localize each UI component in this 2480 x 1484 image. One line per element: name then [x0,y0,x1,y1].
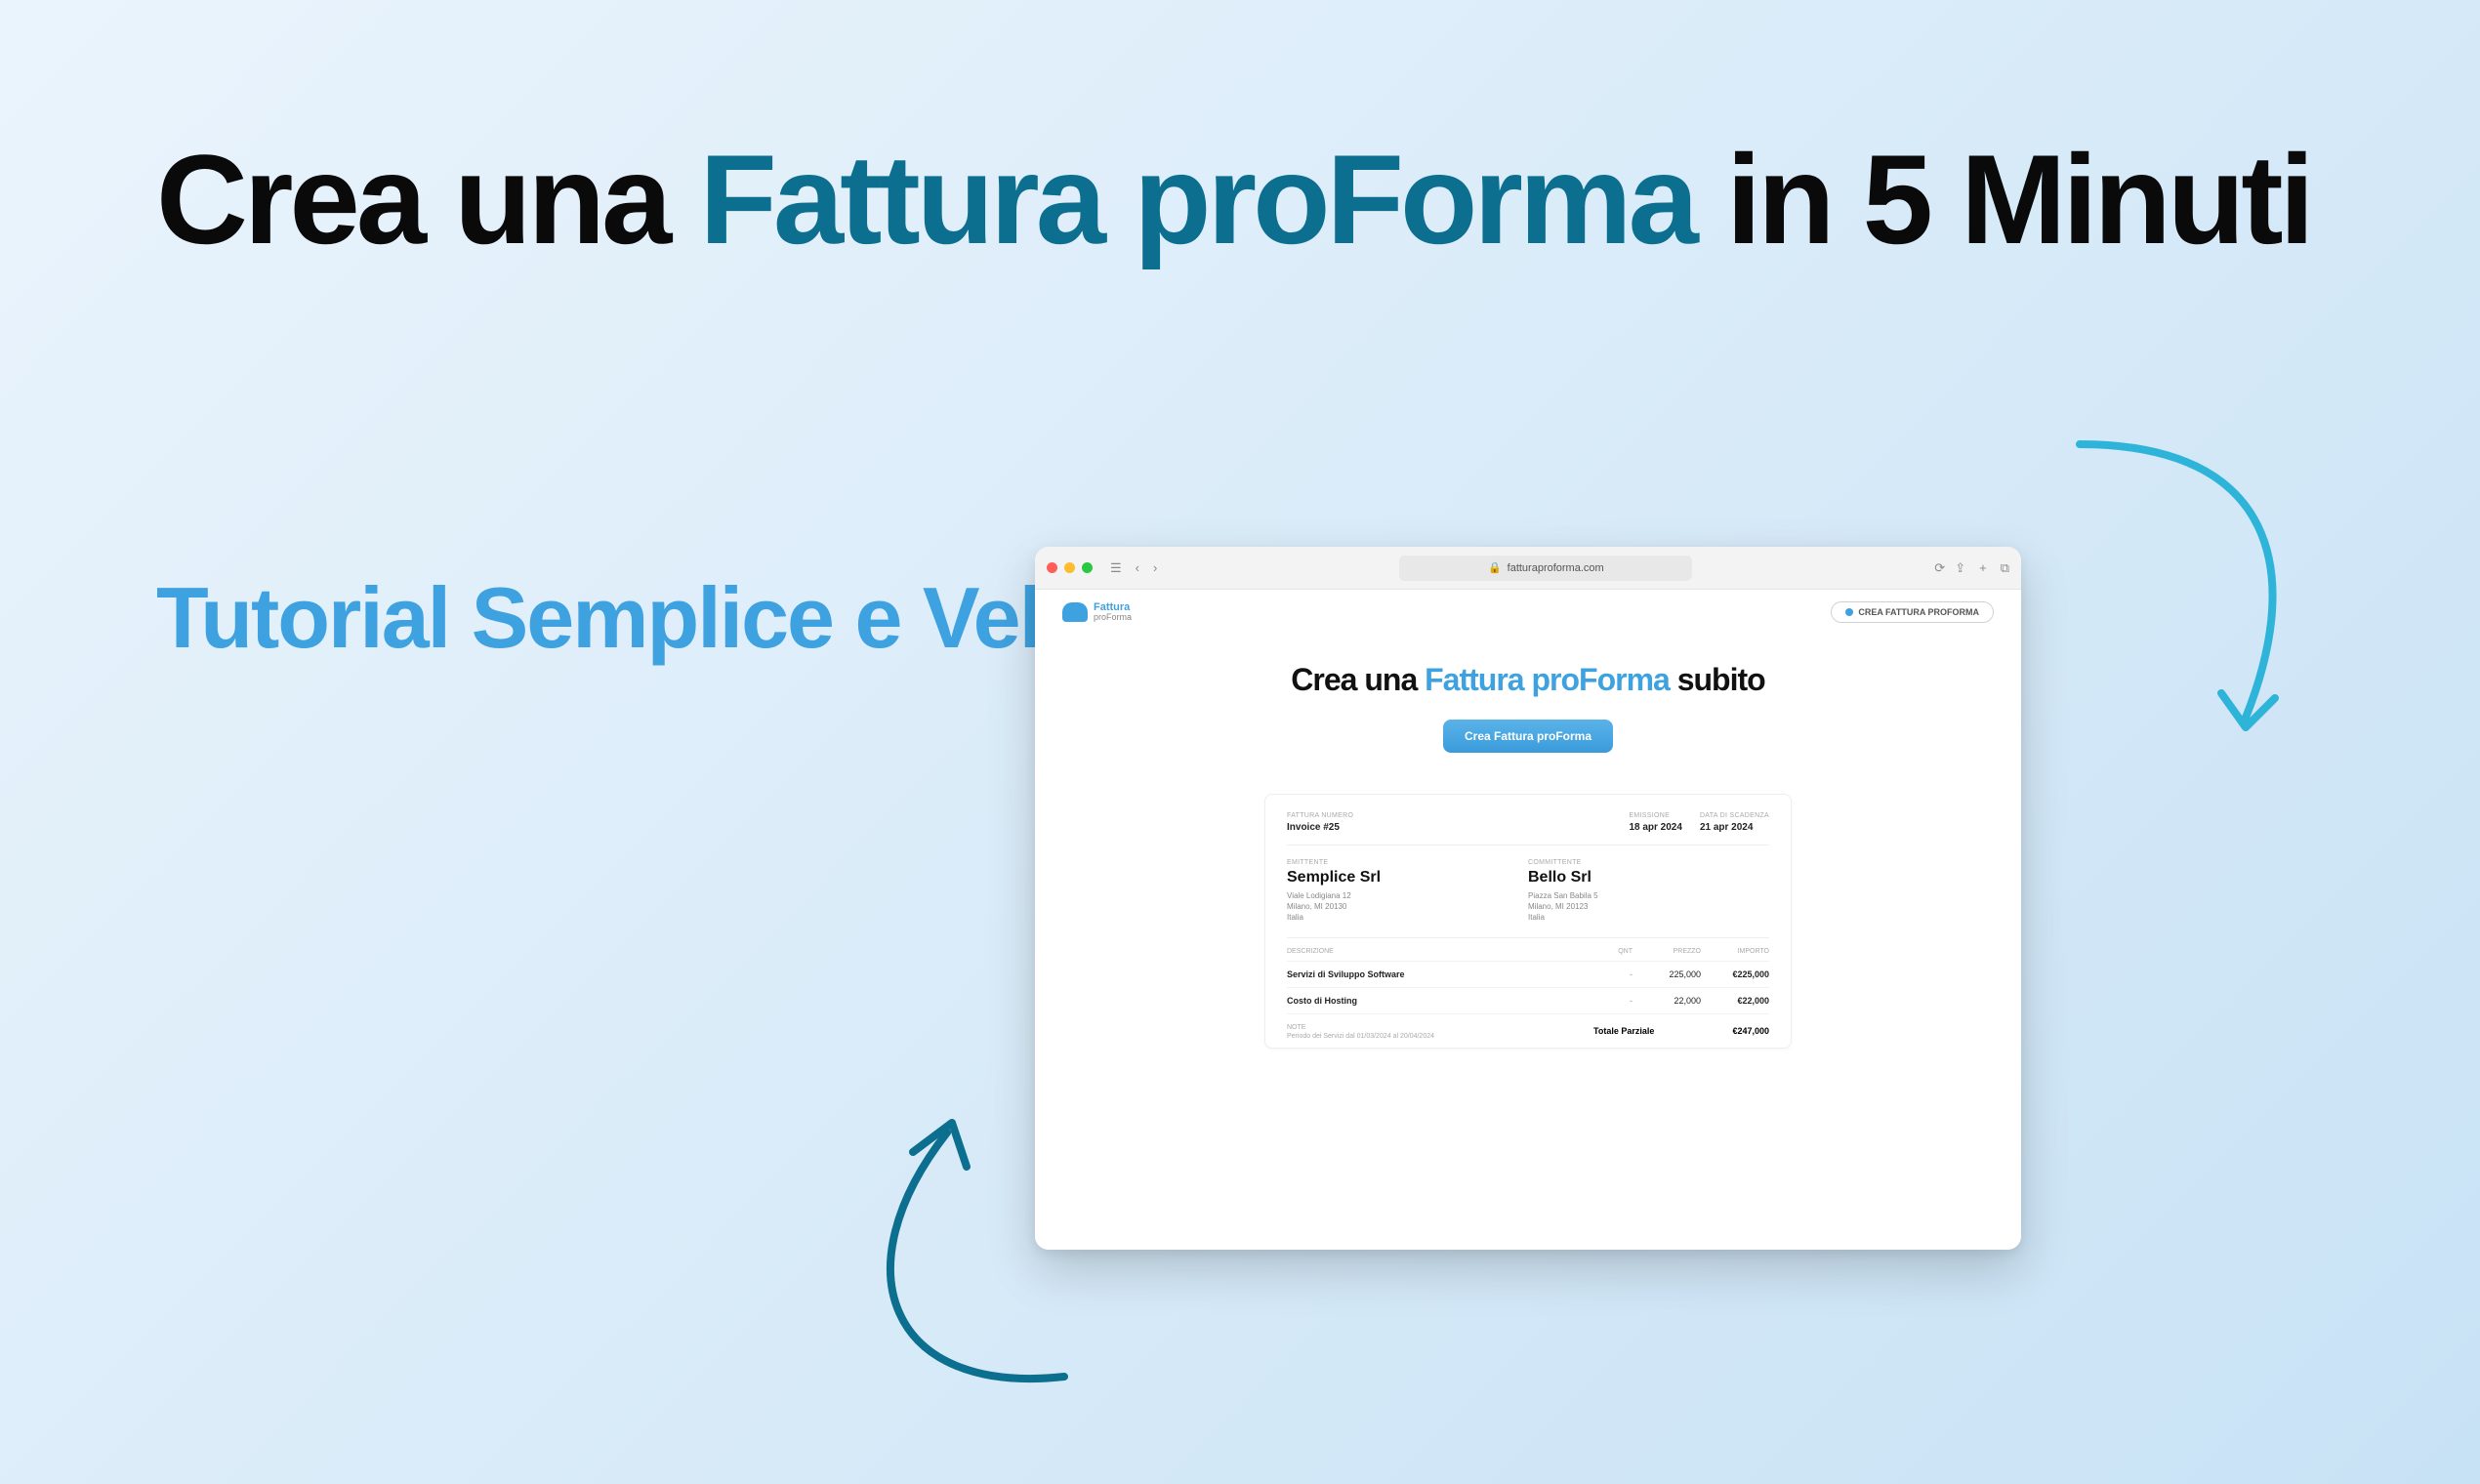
minimize-light-icon[interactable] [1064,562,1075,573]
line-price: 22,000 [1633,996,1701,1006]
emission-label: EMISSIONE [1629,812,1682,819]
committer-addr3: Italia [1528,912,1769,923]
main-headline: Crea una Fattura proForma in 5 Minuti [156,127,2311,273]
hero-part2: subito [1670,662,1765,697]
cta-dot-icon [1845,608,1853,616]
close-light-icon[interactable] [1047,562,1057,573]
forward-icon[interactable]: › [1153,560,1157,575]
headline-part2: in 5 Minuti [1695,128,2311,270]
invoice-table-header: DESCRIZIONE QNT PREZZO IMPORTO [1287,938,1769,961]
browser-window: ☰ ‹ › 🔒 fatturaproforma.com ⟳ ⇪ + ⧉ Fatt… [1035,547,2021,1250]
address-bar[interactable]: 🔒 fatturaproforma.com [1399,556,1692,581]
site-logo[interactable]: Fattura proForma [1062,602,1132,622]
emitter-name: Semplice Srl [1287,869,1528,886]
header-cta-button[interactable]: CREA FATTURA PROFORMA [1831,601,1994,623]
committer-addr2: Milano, MI 20123 [1528,901,1769,912]
emitter-addr1: Viale Lodigiana 12 [1287,890,1528,901]
subtotal-value: €247,000 [1732,1026,1769,1036]
hero-part1: Crea una [1291,662,1425,697]
committer-addr1: Piazza San Babila 5 [1528,890,1769,901]
reload-icon[interactable]: ⟳ [1934,560,1945,576]
hero-title: Crea una Fattura proForma subito [1054,662,2002,698]
maximize-light-icon[interactable] [1082,562,1093,573]
hero-section: Crea una Fattura proForma subito Crea Fa… [1035,635,2021,772]
emitter-addr2: Milano, MI 20130 [1287,901,1528,912]
url-text: fatturaproforma.com [1508,562,1604,574]
new-tab-icon[interactable]: + [1979,560,1987,575]
invoice-preview: FATTURA NUMERO Invoice #25 EMISSIONE 18 … [1264,794,1792,1049]
invoice-number-value: Invoice #25 [1287,822,1629,833]
emitter-addr3: Italia [1287,912,1528,923]
line-qty: - [1593,969,1633,979]
sidebar-toggle-icon[interactable]: ☰ [1110,560,1122,576]
invoice-number-label: FATTURA NUMERO [1287,812,1629,819]
due-date: 21 apr 2024 [1700,822,1769,833]
note-label: Note [1287,1024,1593,1031]
subtotal-label: Totale Parziale [1593,1026,1654,1036]
hero-cta-button[interactable]: Crea Fattura proForma [1443,720,1613,753]
browser-chrome: ☰ ‹ › 🔒 fatturaproforma.com ⟳ ⇪ + ⧉ [1035,547,2021,590]
th-price: PREZZO [1633,948,1701,955]
tabs-icon[interactable]: ⧉ [2001,560,2009,576]
emission-date: 18 apr 2024 [1629,822,1682,833]
line-amount: €225,000 [1701,969,1769,979]
th-qty: QNT [1593,948,1633,955]
invoice-line: Servizi di Sviluppo Software - 225,000 €… [1287,961,1769,987]
logo-text-2: proForma [1094,613,1132,622]
logo-mark-icon [1062,602,1088,622]
traffic-lights [1047,562,1093,573]
hero-accent: Fattura proForma [1425,662,1670,697]
emitter-label: EMITTENTE [1287,859,1528,866]
share-icon[interactable]: ⇪ [1955,560,1965,576]
headline-accent: Fattura proForma [699,128,1694,270]
lock-icon: 🔒 [1488,561,1502,574]
page-content: Fattura proForma CREA FATTURA PROFORMA C… [1035,590,2021,1250]
back-icon[interactable]: ‹ [1136,560,1139,575]
line-amount: €22,000 [1701,996,1769,1006]
line-desc: Servizi di Sviluppo Software [1287,969,1593,979]
line-price: 225,000 [1633,969,1701,979]
committer-label: COMMITTENTE [1528,859,1769,866]
header-cta-label: CREA FATTURA PROFORMA [1858,607,1979,617]
line-qty: - [1593,996,1633,1006]
invoice-line: Costo di Hosting - 22,000 €22,000 [1287,987,1769,1013]
line-desc: Costo di Hosting [1287,996,1593,1006]
headline-part1: Crea una [156,128,699,270]
due-label: DATA DI SCADENZA [1700,812,1769,819]
committer-name: Bello Srl [1528,869,1769,886]
th-amount: IMPORTO [1701,948,1769,955]
sub-headline: Tutorial Semplice e Veloce [156,566,1183,670]
site-header: Fattura proForma CREA FATTURA PROFORMA [1035,590,2021,635]
arrow-right-icon [2050,425,2324,766]
th-description: DESCRIZIONE [1287,948,1593,955]
note-text: Periodo dei Servizi dal 01/03/2024 al 20… [1287,1033,1593,1040]
